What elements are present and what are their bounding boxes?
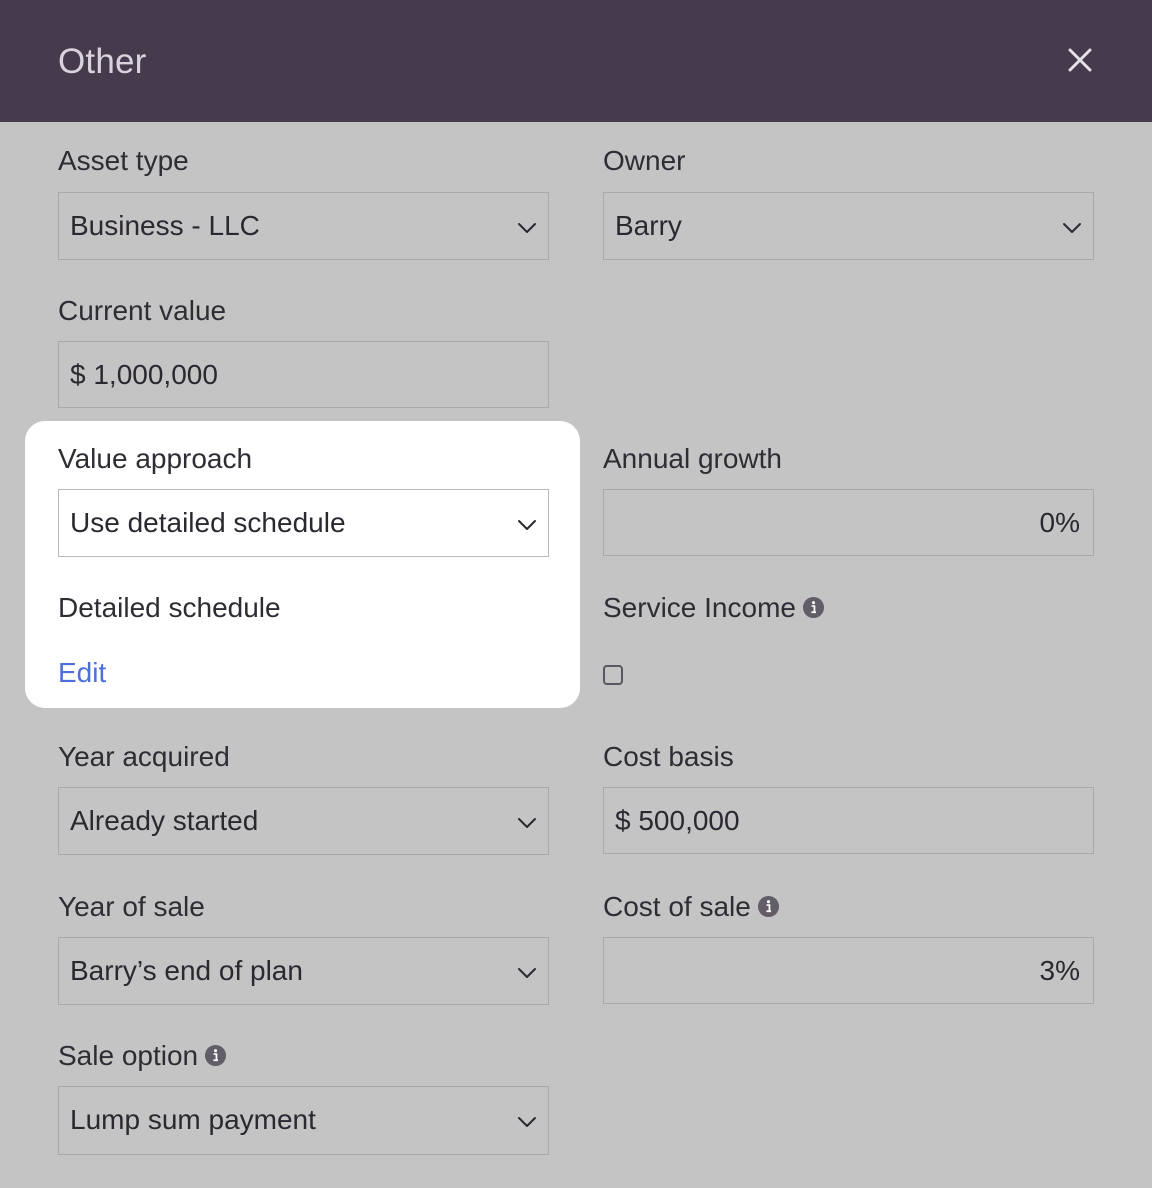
info-icon[interactable] <box>802 596 825 619</box>
sale-option-label-text: Sale option <box>58 1040 199 1071</box>
info-icon[interactable] <box>757 895 780 918</box>
chevron-down-icon <box>1063 223 1081 233</box>
cost-of-sale-label: Cost of sale <box>603 890 780 924</box>
year-of-sale-value: Barry’s end of plan <box>70 955 303 986</box>
dialog-title: Other <box>58 42 147 81</box>
annual-growth-value: 0% <box>1039 507 1080 538</box>
chevron-down-icon <box>518 520 536 530</box>
cost-of-sale-value: 3% <box>1039 955 1080 986</box>
sale-option-value: Lump sum payment <box>70 1104 316 1135</box>
chevron-down-icon <box>518 818 536 828</box>
dialog-header: Other <box>0 0 1152 122</box>
asset-type-select[interactable]: Business - LLC <box>58 192 549 260</box>
cost-basis-input[interactable]: $ 500,000 <box>603 787 1094 854</box>
year-acquired-label: Year acquired <box>58 741 230 772</box>
chevron-down-icon <box>518 968 536 978</box>
current-value-input[interactable]: $ 1,000,000 <box>58 341 549 408</box>
close-button[interactable] <box>1060 42 1100 82</box>
year-of-sale-label: Year of sale <box>58 891 205 922</box>
value-approach-select[interactable]: Use detailed schedule <box>58 489 549 557</box>
info-icon[interactable] <box>204 1044 227 1067</box>
service-income-label: Service Income <box>603 591 825 625</box>
service-income-label-text: Service Income <box>603 592 796 623</box>
current-value-value: $ 1,000,000 <box>70 359 218 390</box>
sale-option-select[interactable]: Lump sum payment <box>58 1086 549 1155</box>
owner-value: Barry <box>615 210 682 241</box>
cost-basis-label: Cost basis <box>603 741 734 772</box>
chevron-down-icon <box>518 223 536 233</box>
year-acquired-select[interactable]: Already started <box>58 787 549 855</box>
chevron-down-icon <box>518 1117 536 1127</box>
edit-schedule-link[interactable]: Edit <box>58 656 106 690</box>
annual-growth-label: Annual growth <box>603 443 783 474</box>
value-approach-value: Use detailed schedule <box>70 507 346 538</box>
cost-basis-value: $ 500,000 <box>615 805 740 836</box>
cost-of-sale-input[interactable]: 3% <box>603 937 1094 1004</box>
year-of-sale-select[interactable]: Barry’s end of plan <box>58 937 549 1005</box>
asset-type-label: Asset type <box>58 145 189 176</box>
value-approach-label: Value approach <box>58 443 253 474</box>
annual-growth-input[interactable]: 0% <box>603 489 1094 556</box>
detailed-schedule-label: Detailed schedule <box>58 592 281 623</box>
owner-label: Owner <box>603 145 686 176</box>
cost-of-sale-label-text: Cost of sale <box>603 891 751 922</box>
asset-type-value: Business - LLC <box>70 210 260 241</box>
current-value-label: Current value <box>58 295 227 326</box>
owner-select[interactable]: Barry <box>603 192 1094 260</box>
service-income-checkbox[interactable] <box>603 665 623 685</box>
close-icon <box>1068 48 1092 72</box>
sale-option-label: Sale option <box>58 1039 227 1073</box>
year-acquired-value: Already started <box>70 805 259 836</box>
